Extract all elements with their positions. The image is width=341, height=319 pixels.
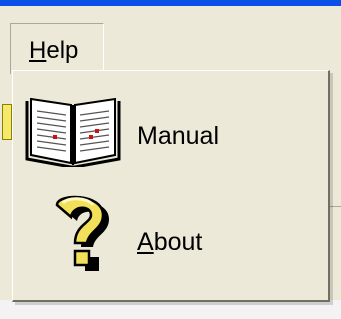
menu-bar: Help (0, 6, 341, 75)
menu-item-about-label: About (137, 228, 203, 256)
question-mark-icon (23, 191, 123, 275)
help-dropdown-menu: Manual About (12, 70, 330, 302)
help-menu[interactable]: Help (10, 23, 104, 75)
help-menu-label: Help (29, 37, 79, 64)
menu-item-manual[interactable]: Manual (19, 79, 319, 171)
divider (330, 206, 341, 207)
window-background-left (0, 74, 12, 319)
book-icon (23, 83, 123, 169)
menu-item-about[interactable]: About (19, 187, 319, 279)
toolbar-button-fragment (2, 104, 12, 140)
window-background-right (330, 74, 341, 319)
window-background-bottom (0, 300, 341, 319)
menu-item-manual-label: Manual (137, 122, 219, 150)
